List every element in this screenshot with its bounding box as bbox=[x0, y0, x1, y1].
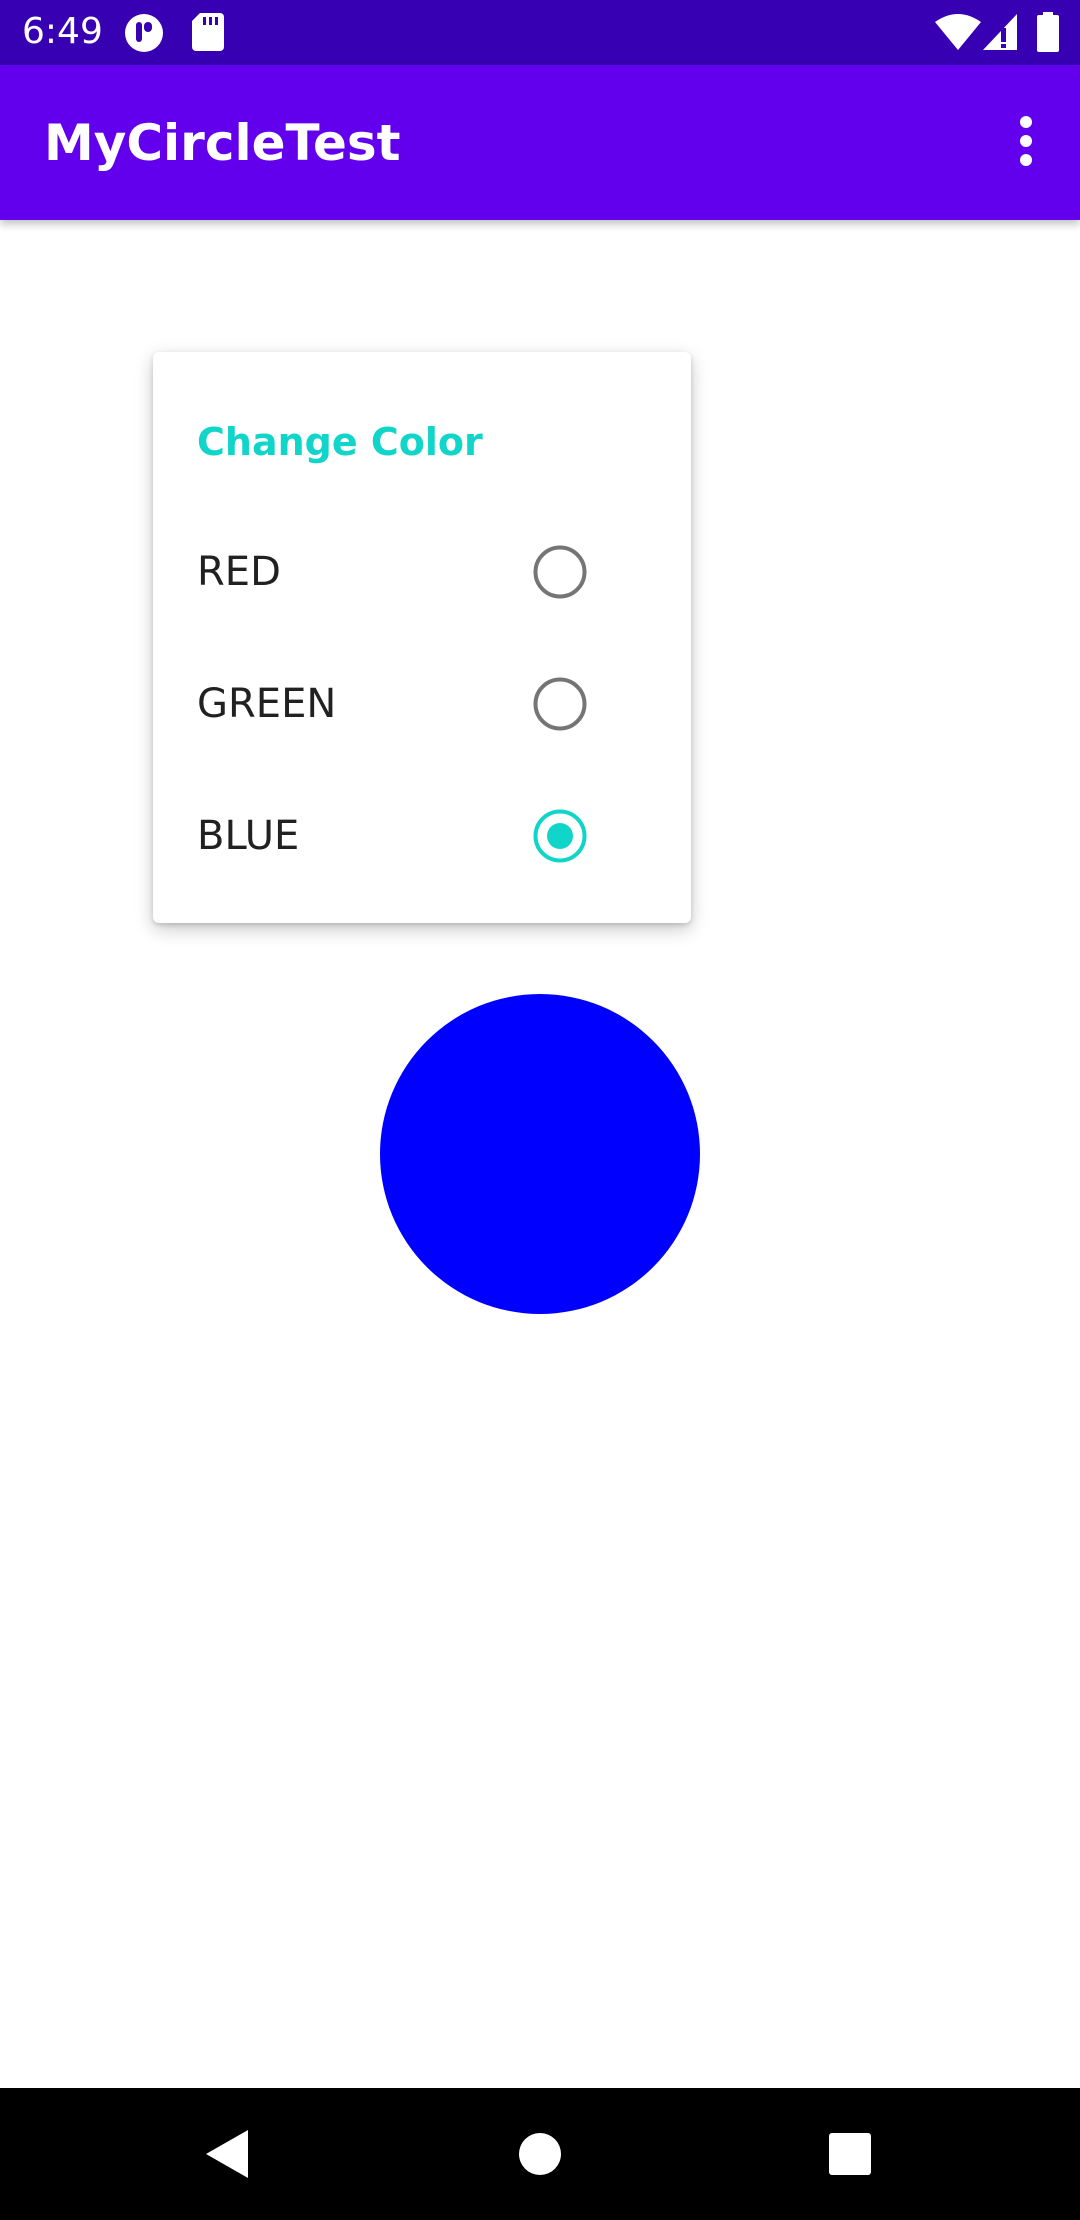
radio-unchecked-icon[interactable] bbox=[533, 545, 587, 599]
pill-icon bbox=[125, 14, 163, 52]
recents-icon[interactable] bbox=[814, 2118, 886, 2190]
menu-item-label: GREEN bbox=[197, 681, 337, 727]
color-circle bbox=[380, 994, 700, 1314]
app-bar: MyCircleTest bbox=[0, 65, 1080, 220]
battery-icon bbox=[1037, 12, 1059, 52]
menu-item-label: RED bbox=[197, 549, 281, 595]
menu-item-label: BLUE bbox=[197, 813, 300, 859]
wifi-icon bbox=[935, 14, 981, 50]
radio-unchecked-icon[interactable] bbox=[533, 677, 587, 731]
navigation-bar bbox=[0, 2088, 1080, 2220]
status-time: 6:49 bbox=[22, 11, 103, 52]
radio-checked-icon[interactable] bbox=[533, 809, 587, 863]
menu-item-green[interactable]: GREEN bbox=[153, 638, 691, 770]
change-color-menu: Change Color RED GREEN BLUE bbox=[153, 352, 691, 923]
status-bar: 6:49 bbox=[0, 0, 1080, 65]
menu-item-blue[interactable]: BLUE bbox=[153, 770, 691, 902]
menu-item-red[interactable]: RED bbox=[153, 506, 691, 638]
more-vert-icon[interactable] bbox=[990, 105, 1062, 177]
back-icon[interactable] bbox=[192, 2118, 264, 2190]
app-title: MyCircleTest bbox=[44, 114, 401, 172]
cell-signal-icon bbox=[983, 14, 1017, 50]
menu-header: Change Color bbox=[197, 420, 483, 464]
sd-card-icon bbox=[192, 13, 224, 51]
home-icon[interactable] bbox=[504, 2118, 576, 2190]
